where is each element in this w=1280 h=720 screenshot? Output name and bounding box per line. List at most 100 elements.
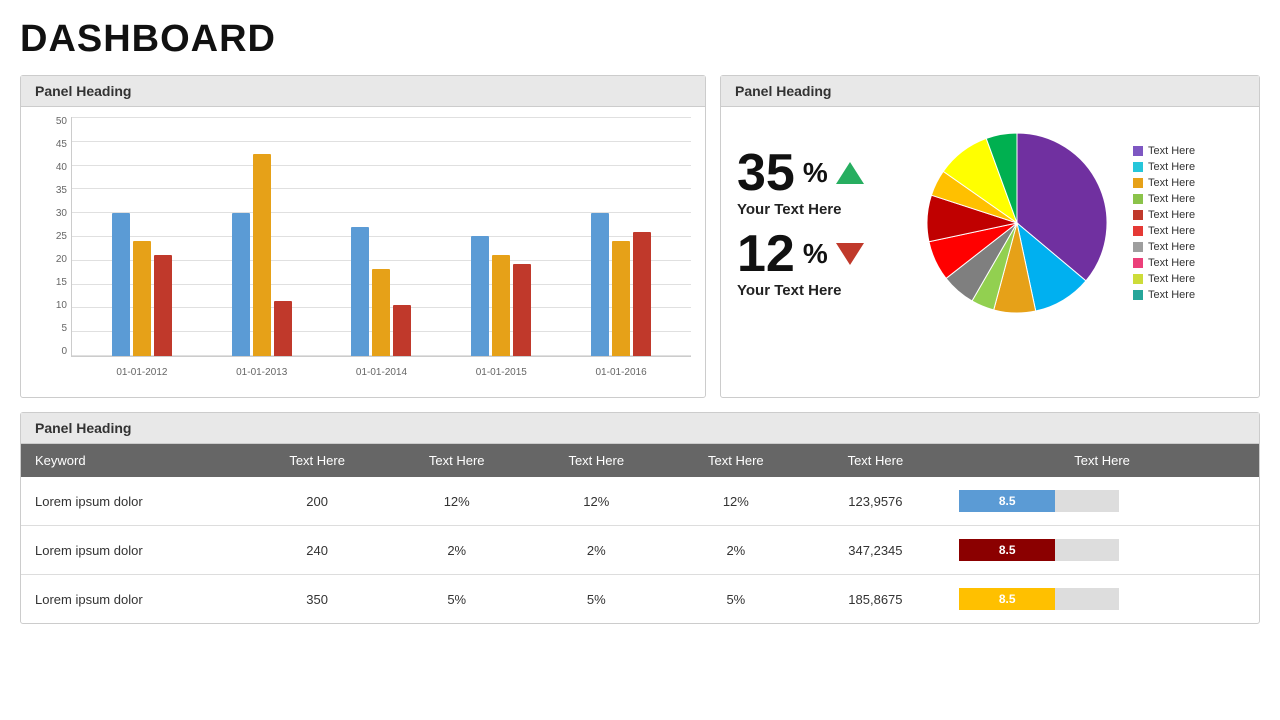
legend-label: Text Here [1148,225,1195,237]
bar-blue [591,213,609,356]
table-header-cell: Text Here [527,444,667,477]
bar-chart: 05101520253035404550 01-01-201201-01-201… [35,117,691,387]
table-header-cell: Text Here [666,444,806,477]
legend-label: Text Here [1148,145,1195,157]
x-axis-label: 01-01-2016 [591,367,651,378]
progress-bar-empty [1055,490,1119,512]
legend-item: Text Here [1133,225,1195,237]
progress-bar-container: 8.5 [959,588,1119,610]
y-axis: 05101520253035404550 [35,117,71,357]
legend-item: Text Here [1133,145,1195,157]
bar-blue [471,236,489,356]
legend-color-box [1133,178,1143,188]
y-axis-label: 20 [35,255,71,265]
y-axis-label: 30 [35,209,71,219]
progress-bar-empty [1055,539,1119,561]
table-cell: Lorem ipsum dolor [21,526,247,575]
y-axis-label: 45 [35,140,71,150]
table-cell-progress: 8.5 [945,526,1259,575]
table-cell: 240 [247,526,387,575]
bar-chart-panel-heading: Panel Heading [21,76,705,107]
table-header-cell: Text Here [806,444,946,477]
bar-group [351,227,411,356]
y-axis-label: 35 [35,186,71,196]
progress-bar-filled: 8.5 [959,490,1055,512]
table-cell-progress: 8.5 [945,477,1259,526]
progress-bar-container: 8.5 [959,539,1119,561]
progress-bar-empty [1055,588,1119,610]
bar-orange [612,241,630,356]
legend-color-box [1133,258,1143,268]
x-axis-label: 01-01-2013 [232,367,292,378]
table-cell: 5% [666,575,806,624]
data-table: KeywordText HereText HereText HereText H… [21,444,1259,623]
legend-item: Text Here [1133,241,1195,253]
stat1-value: 35% [737,147,897,199]
table-panel: Panel Heading KeywordText HereText HereT… [20,412,1260,624]
legend-label: Text Here [1148,289,1195,301]
bar-red [393,305,411,356]
table-cell: 12% [666,477,806,526]
pie-section: Text Here Text Here Text Here Text Here Text… [917,123,1195,323]
table-panel-heading: Panel Heading [21,413,1259,444]
table-cell: 12% [387,477,527,526]
stats-section: 35% Your Text Here 12% Your Text Here [737,147,897,299]
legend: Text Here Text Here Text Here Text Here Text… [1133,145,1195,301]
legend-label: Text Here [1148,177,1195,189]
table-header-cell: Text Here [945,444,1259,477]
y-axis-label: 50 [35,117,71,127]
bar-group [112,213,172,356]
legend-item: Text Here [1133,289,1195,301]
legend-color-box [1133,290,1143,300]
y-axis-label: 5 [35,324,71,334]
legend-color-box [1133,146,1143,156]
table-row: Lorem ipsum dolor2402%2%2%347,23458.5 [21,526,1259,575]
x-axis-label: 01-01-2015 [471,367,531,378]
y-axis-label: 40 [35,163,71,173]
bar-orange [133,241,151,356]
y-axis-label: 15 [35,278,71,288]
legend-item: Text Here [1133,177,1195,189]
y-axis-label: 10 [35,301,71,311]
table-header-cell: Text Here [387,444,527,477]
table-cell: 123,9576 [806,477,946,526]
bar-red [633,232,651,356]
stat-block-2: 12% Your Text Here [737,228,897,299]
legend-item: Text Here [1133,257,1195,269]
legend-label: Text Here [1148,209,1195,221]
pie-chart-svg [917,123,1117,323]
bar-red [154,255,172,356]
table-cell: 2% [527,526,667,575]
bar-chart-panel: Panel Heading 05101520253035404550 01-01… [20,75,706,398]
table-row: Lorem ipsum dolor20012%12%12%123,95768.5 [21,477,1259,526]
table-cell: Lorem ipsum dolor [21,477,247,526]
bar-orange [253,154,271,356]
legend-label: Text Here [1148,161,1195,173]
stat1-label: Your Text Here [737,201,897,218]
table-header-cell: Text Here [247,444,387,477]
bar-orange [372,269,390,356]
progress-bar-container: 8.5 [959,490,1119,512]
legend-item: Text Here [1133,161,1195,173]
legend-color-box [1133,210,1143,220]
legend-label: Text Here [1148,193,1195,205]
legend-color-box [1133,226,1143,236]
table-cell: 350 [247,575,387,624]
progress-bar-filled: 8.5 [959,539,1055,561]
arrow-down-icon [836,243,864,265]
legend-item: Text Here [1133,209,1195,221]
bar-blue [351,227,369,356]
bar-orange [492,255,510,356]
table-cell: 2% [387,526,527,575]
table-cell: 2% [666,526,806,575]
dashboard-title: DASHBOARD [20,18,1260,61]
y-axis-label: 0 [35,347,71,357]
legend-item: Text Here [1133,193,1195,205]
table-cell: 347,2345 [806,526,946,575]
legend-color-box [1133,162,1143,172]
bar-group [232,154,292,356]
legend-label: Text Here [1148,241,1195,253]
legend-color-box [1133,274,1143,284]
stat2-label: Your Text Here [737,282,897,299]
stat-block-1: 35% Your Text Here [737,147,897,218]
